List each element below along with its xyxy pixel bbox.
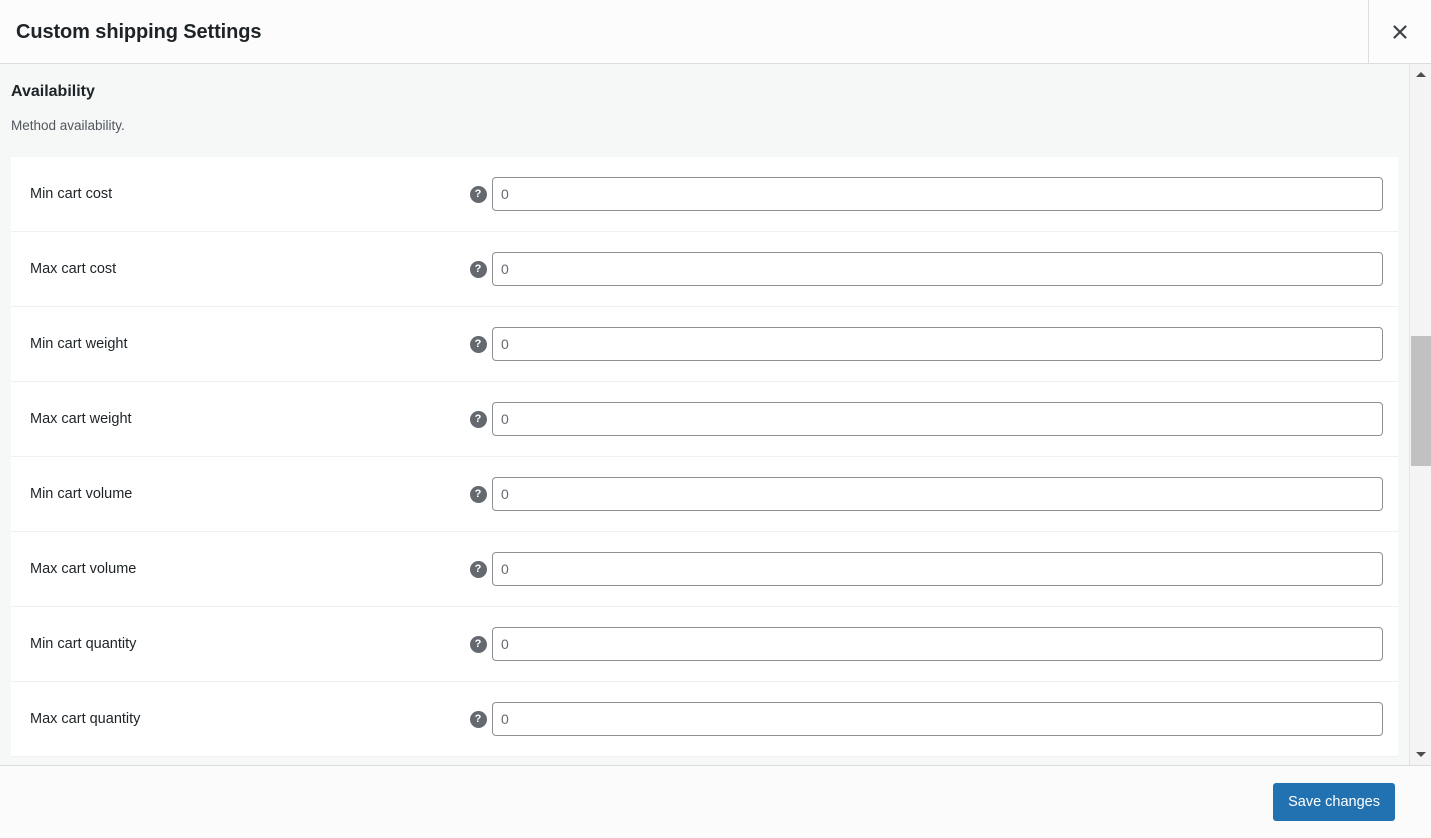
field-label: Min cart volume — [30, 486, 133, 503]
modal-header: Custom shipping Settings — [0, 0, 1431, 64]
save-changes-button[interactable]: Save changes — [1273, 783, 1395, 821]
help-icon[interactable]: ? — [469, 485, 487, 503]
close-button[interactable] — [1369, 0, 1431, 64]
table-row: Min cart cost ? — [11, 157, 1398, 232]
settings-scroll-region: Availability Method availability. Min ca… — [0, 64, 1409, 765]
availability-settings-table: Min cart cost ? Max cart cost ? — [11, 157, 1398, 758]
min-cart-volume-input[interactable] — [492, 477, 1383, 512]
help-icon[interactable]: ? — [469, 710, 487, 728]
scrollbar-thumb[interactable] — [1411, 336, 1431, 466]
page-title: Custom shipping Settings — [16, 20, 262, 43]
max-cart-volume-input[interactable] — [492, 552, 1383, 587]
chevron-up-icon — [1415, 72, 1426, 77]
help-icon[interactable]: ? — [469, 260, 487, 278]
table-row: Min cart volume ? — [11, 457, 1398, 532]
section-heading: Availability — [11, 83, 95, 100]
table-row: Max cart quantity ? — [11, 682, 1398, 757]
max-cart-weight-input[interactable] — [492, 402, 1383, 437]
scroll-down-button[interactable] — [1410, 744, 1431, 765]
min-cart-cost-input[interactable] — [492, 177, 1383, 212]
scroll-up-button[interactable] — [1410, 64, 1431, 85]
help-icon[interactable]: ? — [469, 635, 487, 653]
vertical-scrollbar[interactable] — [1409, 64, 1431, 765]
min-cart-weight-input[interactable] — [492, 327, 1383, 362]
table-row: Max cart cost ? — [11, 232, 1398, 307]
modal-footer: Save changes — [0, 765, 1431, 838]
table-row: Min cart quantity ? — [11, 607, 1398, 682]
section-description: Method availability. — [11, 118, 125, 134]
help-icon[interactable]: ? — [469, 560, 487, 578]
chevron-down-icon — [1415, 752, 1426, 757]
field-label: Max cart cost — [30, 261, 117, 278]
field-label: Max cart weight — [30, 411, 132, 428]
help-icon[interactable]: ? — [469, 410, 487, 428]
help-icon[interactable]: ? — [469, 185, 487, 203]
table-row: Min cart weight ? — [11, 307, 1398, 382]
field-label: Min cart weight — [30, 336, 128, 353]
field-label: Min cart cost — [30, 186, 113, 203]
min-cart-quantity-input[interactable] — [492, 627, 1383, 662]
max-cart-cost-input[interactable] — [492, 252, 1383, 287]
modal-body: Availability Method availability. Min ca… — [0, 64, 1431, 765]
settings-table-body: Min cart cost ? Max cart cost ? — [11, 157, 1398, 757]
field-label: Min cart quantity — [30, 636, 137, 653]
close-icon — [1390, 22, 1410, 42]
field-label: Max cart volume — [30, 561, 137, 578]
table-row: Max cart volume ? — [11, 532, 1398, 607]
help-icon[interactable]: ? — [469, 335, 487, 353]
field-label: Max cart quantity — [30, 711, 141, 728]
table-row: Max cart weight ? — [11, 382, 1398, 457]
custom-shipping-settings-modal: Custom shipping Settings Availability Me… — [0, 0, 1431, 838]
max-cart-quantity-input[interactable] — [492, 702, 1383, 737]
